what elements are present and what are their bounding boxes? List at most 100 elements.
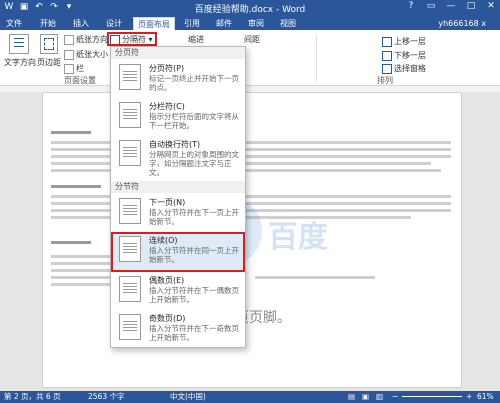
odd-page-icon — [119, 314, 141, 340]
margins-button[interactable]: 页边距 — [34, 34, 64, 68]
size-icon — [64, 49, 74, 60]
menu-item-title: 偶数页(E) — [149, 276, 185, 285]
send-backward-icon — [382, 50, 392, 61]
menu-item-title: 下一页(N) — [149, 198, 186, 207]
breaks-dropdown-menu: 分页符 分页符(P) 标记一页终止并开始下一页的点。 分栏符(C) 指示分栏符后… — [110, 46, 246, 348]
menu-item-title: 分栏符(C) — [149, 102, 185, 111]
menu-item-even-page[interactable]: 偶数页(E) 插入分节符并在下一偶数页上开始新节。 — [111, 272, 245, 310]
title-bar: W ▣ ↶ ↷ ▾ 百度经验帮助.docx - Word ? ▭ — □ ✕ — [0, 0, 500, 16]
bring-forward-button[interactable]: 上移一层 — [382, 36, 426, 47]
zoom-in-button[interactable]: + — [466, 391, 472, 403]
size-button[interactable]: 纸张大小 — [64, 49, 108, 60]
send-backward-label: 下移一层 — [394, 51, 426, 60]
help-button[interactable]: ? — [405, 1, 417, 11]
ribbon-tabs: 文件 开始 插入 设计 页面布局 引用 邮件 审阅 视图 yh666168 x — [0, 16, 500, 30]
read-mode-icon[interactable]: ▤ — [348, 391, 355, 403]
menu-item-title: 自动换行符(T) — [149, 140, 201, 149]
text-line — [51, 262, 111, 265]
zoom-level[interactable]: 61% — [477, 391, 494, 403]
columns-icon — [64, 63, 74, 74]
text-line — [51, 241, 91, 244]
window-controls: ? ▭ — □ ✕ — [405, 1, 497, 11]
section-page-breaks: 分页符 — [111, 47, 245, 59]
even-page-icon — [119, 276, 141, 302]
text-direction-label: 文字方向 — [4, 58, 36, 67]
zoom-out-button[interactable]: − — [392, 391, 398, 403]
menu-item-desc: 插入分节符并在同一页上开始新节。 — [149, 246, 239, 264]
web-layout-icon[interactable]: ▥ — [376, 391, 383, 403]
tab-design[interactable]: 设计 — [100, 17, 128, 30]
next-page-icon — [119, 198, 141, 224]
tab-file[interactable]: 文件 — [0, 17, 28, 30]
menu-item-desc: 标记一页终止并开始下一页的点。 — [149, 74, 239, 92]
orientation-button[interactable]: 纸张方向 — [64, 34, 108, 45]
menu-item-desc: 插入分节符并在下一偶数页上开始新节。 — [149, 286, 239, 304]
watermark-text: 百度 — [268, 220, 328, 255]
menu-item-next-page[interactable]: 下一页(N) 插入分节符并在下一页上开始新节。 — [111, 194, 245, 232]
tab-review[interactable]: 审阅 — [242, 17, 270, 30]
text-line — [51, 255, 111, 258]
selection-pane-button[interactable]: 选择窗格 — [382, 63, 426, 74]
tab-insert[interactable]: 插入 — [67, 17, 95, 30]
text-line — [51, 185, 101, 188]
indent-label: 缩进 — [188, 35, 204, 44]
ribbon-display-button[interactable]: ▭ — [425, 1, 437, 11]
text-direction-icon — [9, 34, 29, 54]
orientation-label: 纸张方向 — [76, 35, 108, 44]
menu-item-desc: 分隔网页上的对象周围的文字，如分隔题注文字与正文。 — [149, 150, 239, 177]
minimize-button[interactable]: — — [445, 1, 457, 11]
text-line — [51, 276, 111, 279]
tab-mailings[interactable]: 邮件 — [210, 17, 238, 30]
tab-home[interactable]: 开始 — [34, 17, 62, 30]
text-line — [51, 269, 111, 272]
menu-item-title: 奇数页(D) — [149, 314, 186, 323]
group-label-page-setup: 页面设置 — [64, 76, 96, 85]
breaks-highlight — [107, 32, 157, 46]
bring-forward-icon — [382, 36, 392, 47]
orientation-icon — [64, 34, 74, 45]
maximize-button[interactable]: □ — [465, 1, 477, 11]
print-layout-icon[interactable]: ▣ — [362, 391, 369, 403]
send-backward-button[interactable]: 下移一层 — [382, 50, 426, 61]
word-count[interactable]: 2563 个字 — [88, 391, 124, 403]
menu-item-continuous[interactable]: 连续(O) 插入分节符并在同一页上开始新节。 — [111, 232, 245, 272]
margins-label: 页边距 — [37, 58, 61, 67]
menu-item-column-break[interactable]: 分栏符(C) 指示分栏符后面的文字将从下一栏开始。 — [111, 98, 245, 136]
columns-label: 栏 — [76, 64, 84, 73]
tab-page-layout[interactable]: 页面布局 — [133, 17, 175, 30]
selection-pane-icon — [382, 63, 392, 74]
user-account[interactable]: yh666168 x — [438, 17, 486, 30]
menu-item-desc: 插入分节符并在下一页上开始新节。 — [149, 208, 239, 226]
zoom-slider[interactable] — [402, 396, 462, 397]
menu-item-title: 连续(O) — [149, 236, 178, 245]
bring-forward-label: 上移一层 — [394, 37, 426, 46]
selection-pane-label: 选择窗格 — [394, 64, 426, 73]
text-line — [255, 276, 375, 279]
text-wrapping-break-icon — [119, 140, 141, 166]
status-bar: 第 2 页，共 6 页 2563 个字 中文(中国) ▤ ▣ ▥ − + 61% — [0, 391, 500, 403]
menu-item-desc: 指示分栏符后面的文字将从下一栏开始。 — [149, 112, 239, 130]
text-line — [51, 283, 111, 286]
group-label-arrange: 排列 — [377, 76, 393, 85]
close-button[interactable]: ✕ — [485, 1, 497, 11]
tab-view[interactable]: 视图 — [274, 17, 302, 30]
spacing-label: 间距 — [244, 35, 260, 44]
section-section-breaks: 分节符 — [111, 181, 245, 193]
continuous-icon — [119, 236, 141, 262]
menu-item-desc: 插入分节符并在下一奇数页上开始新节。 — [149, 324, 239, 342]
tab-references[interactable]: 引用 — [178, 17, 206, 30]
menu-item-odd-page[interactable]: 奇数页(D) 插入分节符并在下一奇数页上开始新节。 — [111, 310, 245, 348]
text-direction-button[interactable]: 文字方向 — [4, 34, 36, 68]
language[interactable]: 中文(中国) — [170, 391, 206, 403]
ribbon: 文字方向 页边距 纸张方向 纸张大小 栏 分隔符 ▾ 缩进 间距 上移一层 下移… — [0, 30, 500, 86]
menu-item-title: 分页符(P) — [149, 64, 185, 73]
menu-item-text-wrapping-break[interactable]: 自动换行符(T) 分隔网页上的对象周围的文字，如分隔题注文字与正文。 — [111, 136, 245, 180]
text-line — [51, 131, 91, 134]
size-label: 纸张大小 — [76, 50, 108, 59]
columns-button[interactable]: 栏 — [64, 63, 84, 74]
ribbon-separator — [316, 34, 317, 82]
menu-item-page-break[interactable]: 分页符(P) 标记一页终止并开始下一页的点。 — [111, 60, 245, 98]
margins-icon — [40, 34, 58, 54]
page-break-icon — [119, 64, 141, 90]
page-count[interactable]: 第 2 页，共 6 页 — [4, 391, 61, 403]
